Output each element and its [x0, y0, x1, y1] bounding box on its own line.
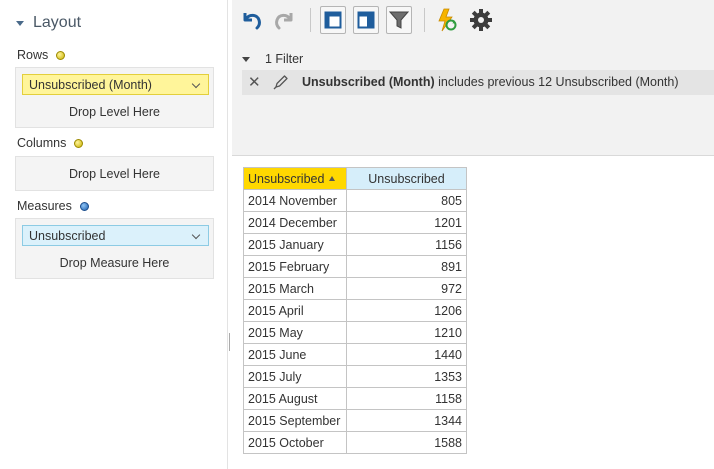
- refresh-button[interactable]: [434, 6, 460, 34]
- row-member-label[interactable]: 2015 March: [243, 277, 347, 300]
- toolbar-separator: [310, 8, 311, 32]
- row-member-label[interactable]: 2015 February: [243, 255, 347, 278]
- rows-chip-label: Unsubscribed (Month): [29, 77, 152, 92]
- row-member-label[interactable]: 2015 May: [243, 321, 347, 344]
- filter-toggle[interactable]: 1 Filter: [242, 52, 303, 66]
- collapse-triangle-icon[interactable]: [242, 56, 250, 62]
- layout-header-toggle[interactable]: Layout: [16, 13, 81, 33]
- row-member-label[interactable]: 2015 October: [243, 431, 347, 454]
- measure-value-cell[interactable]: 1210: [346, 321, 467, 344]
- measure-chip-label: Unsubscribed: [29, 228, 106, 243]
- filter-level-name: Unsubscribed (Month): [302, 75, 435, 89]
- columns-drop-zone[interactable]: Drop Level Here: [15, 156, 214, 191]
- toolbar: [232, 0, 714, 40]
- columns-section-label: Columns: [17, 135, 84, 151]
- table-row: 2015 May 1210: [243, 321, 467, 344]
- filter-button[interactable]: [386, 6, 412, 34]
- table-row: 2015 January 1156: [243, 233, 467, 256]
- columns-drop-text: Drop Level Here: [68, 167, 160, 181]
- row-member-label[interactable]: 2014 November: [243, 189, 347, 212]
- pivot-body: 2014 November 805 2014 December 1201 2015 Ja…: [243, 189, 467, 454]
- row-header-unsubscribed[interactable]: Unsubscribed: [243, 167, 347, 190]
- measure-value-cell[interactable]: 1588: [346, 431, 467, 454]
- rows-section-label: Rows: [17, 47, 66, 63]
- undo-icon: [243, 13, 261, 30]
- table-row: 2015 February 891: [243, 255, 467, 278]
- table-row: 2015 June 1440: [243, 343, 467, 366]
- row-member-label[interactable]: 2015 January: [243, 233, 347, 256]
- row-member-label[interactable]: 2015 August: [243, 387, 347, 410]
- layout-icon: [324, 11, 342, 29]
- undo-button[interactable]: [238, 6, 264, 34]
- rows-label: Rows: [17, 48, 49, 62]
- measure-value-cell[interactable]: 805: [346, 189, 467, 212]
- collapse-triangle-icon[interactable]: [16, 20, 24, 26]
- measures-drop-zone[interactable]: Unsubscribed Drop Measure Here: [15, 218, 214, 279]
- table-row: 2015 August 1158: [243, 387, 467, 410]
- row-member-label[interactable]: 2015 April: [243, 299, 347, 322]
- filter-icon: [389, 11, 409, 29]
- measure-value-cell[interactable]: 1206: [346, 299, 467, 322]
- row-header-label: Unsubscribed: [248, 171, 325, 186]
- measure-value-cell[interactable]: 1344: [346, 409, 467, 432]
- table-row: 2015 July 1353: [243, 365, 467, 388]
- rows-dimension-dot-icon: [56, 50, 66, 60]
- measures-dot-icon: [79, 201, 89, 211]
- toolbar-separator: [424, 8, 425, 32]
- rows-drop-text: Drop Level Here: [68, 105, 160, 119]
- table-row: 2015 March 972: [243, 277, 467, 300]
- table-layout-button[interactable]: [353, 6, 379, 34]
- filter-condition: includes previous 12 Unsubscribed (Month…: [434, 75, 679, 89]
- measure-value-cell[interactable]: 1201: [346, 211, 467, 234]
- table-row: 2015 October 1588: [243, 431, 467, 454]
- sort-ascending-icon[interactable]: [329, 175, 336, 181]
- row-member-label[interactable]: 2015 September: [243, 409, 347, 432]
- measure-value-cell[interactable]: 1156: [346, 233, 467, 256]
- panel-splitter-handle[interactable]: [229, 333, 230, 351]
- table-row: 2014 December 1201: [243, 211, 467, 234]
- chevron-down-icon[interactable]: [191, 79, 201, 89]
- row-member-label[interactable]: 2015 June: [243, 343, 347, 366]
- redo-button[interactable]: [272, 6, 298, 34]
- measure-chip[interactable]: Unsubscribed: [22, 225, 209, 246]
- rows-level-chip[interactable]: Unsubscribed (Month): [22, 74, 209, 95]
- column-header-unsubscribed[interactable]: Unsubscribed: [346, 167, 467, 190]
- filter-count-label: 1 Filter: [265, 52, 304, 66]
- column-header-label: Unsubscribed: [368, 171, 445, 186]
- table-row: 2014 November 805: [243, 189, 467, 212]
- columns-dimension-dot-icon: [74, 138, 84, 148]
- edit-filter-button[interactable]: [273, 74, 289, 93]
- measure-value-cell[interactable]: 1440: [346, 343, 467, 366]
- settings-button[interactable]: [468, 6, 494, 34]
- table-row: 2015 September 1344: [243, 409, 467, 432]
- layout-toggle-button[interactable]: [320, 6, 346, 34]
- filter-panel: 1 Filter ✕ Unsubscribed (Month) includes…: [232, 40, 714, 156]
- measure-value-cell[interactable]: 972: [346, 277, 467, 300]
- refresh-icon: [438, 8, 457, 32]
- table-row: 2015 April 1206: [243, 299, 467, 322]
- remove-filter-close-icon[interactable]: ✕: [248, 73, 261, 91]
- rows-drop-zone[interactable]: Unsubscribed (Month) Drop Level Here: [15, 67, 214, 128]
- row-member-label[interactable]: 2015 July: [243, 365, 347, 388]
- measures-label: Measures: [17, 199, 72, 213]
- measure-value-cell[interactable]: 891: [346, 255, 467, 278]
- filter-item: ✕ Unsubscribed (Month) includes previous…: [242, 70, 714, 95]
- redo-icon: [275, 13, 293, 30]
- filter-description: Unsubscribed (Month) includes previous 1…: [302, 75, 679, 89]
- pivot-table: Unsubscribed Unsubscribed 2014 November 8…: [243, 167, 467, 454]
- chevron-down-icon[interactable]: [191, 230, 201, 240]
- pencil-icon: [273, 75, 288, 90]
- measure-value-cell[interactable]: 1158: [346, 387, 467, 410]
- layout-panel: Layout Rows Unsubscribed (Month) Drop Le…: [0, 0, 228, 469]
- measures-drop-text: Drop Measure Here: [59, 256, 170, 270]
- row-member-label[interactable]: 2014 December: [243, 211, 347, 234]
- gear-icon: [470, 9, 492, 31]
- measure-value-cell[interactable]: 1353: [346, 365, 467, 388]
- columns-label: Columns: [17, 136, 67, 150]
- layout-title: Layout: [33, 14, 82, 31]
- table-layout-icon: [357, 11, 375, 29]
- measures-section-label: Measures: [17, 198, 89, 214]
